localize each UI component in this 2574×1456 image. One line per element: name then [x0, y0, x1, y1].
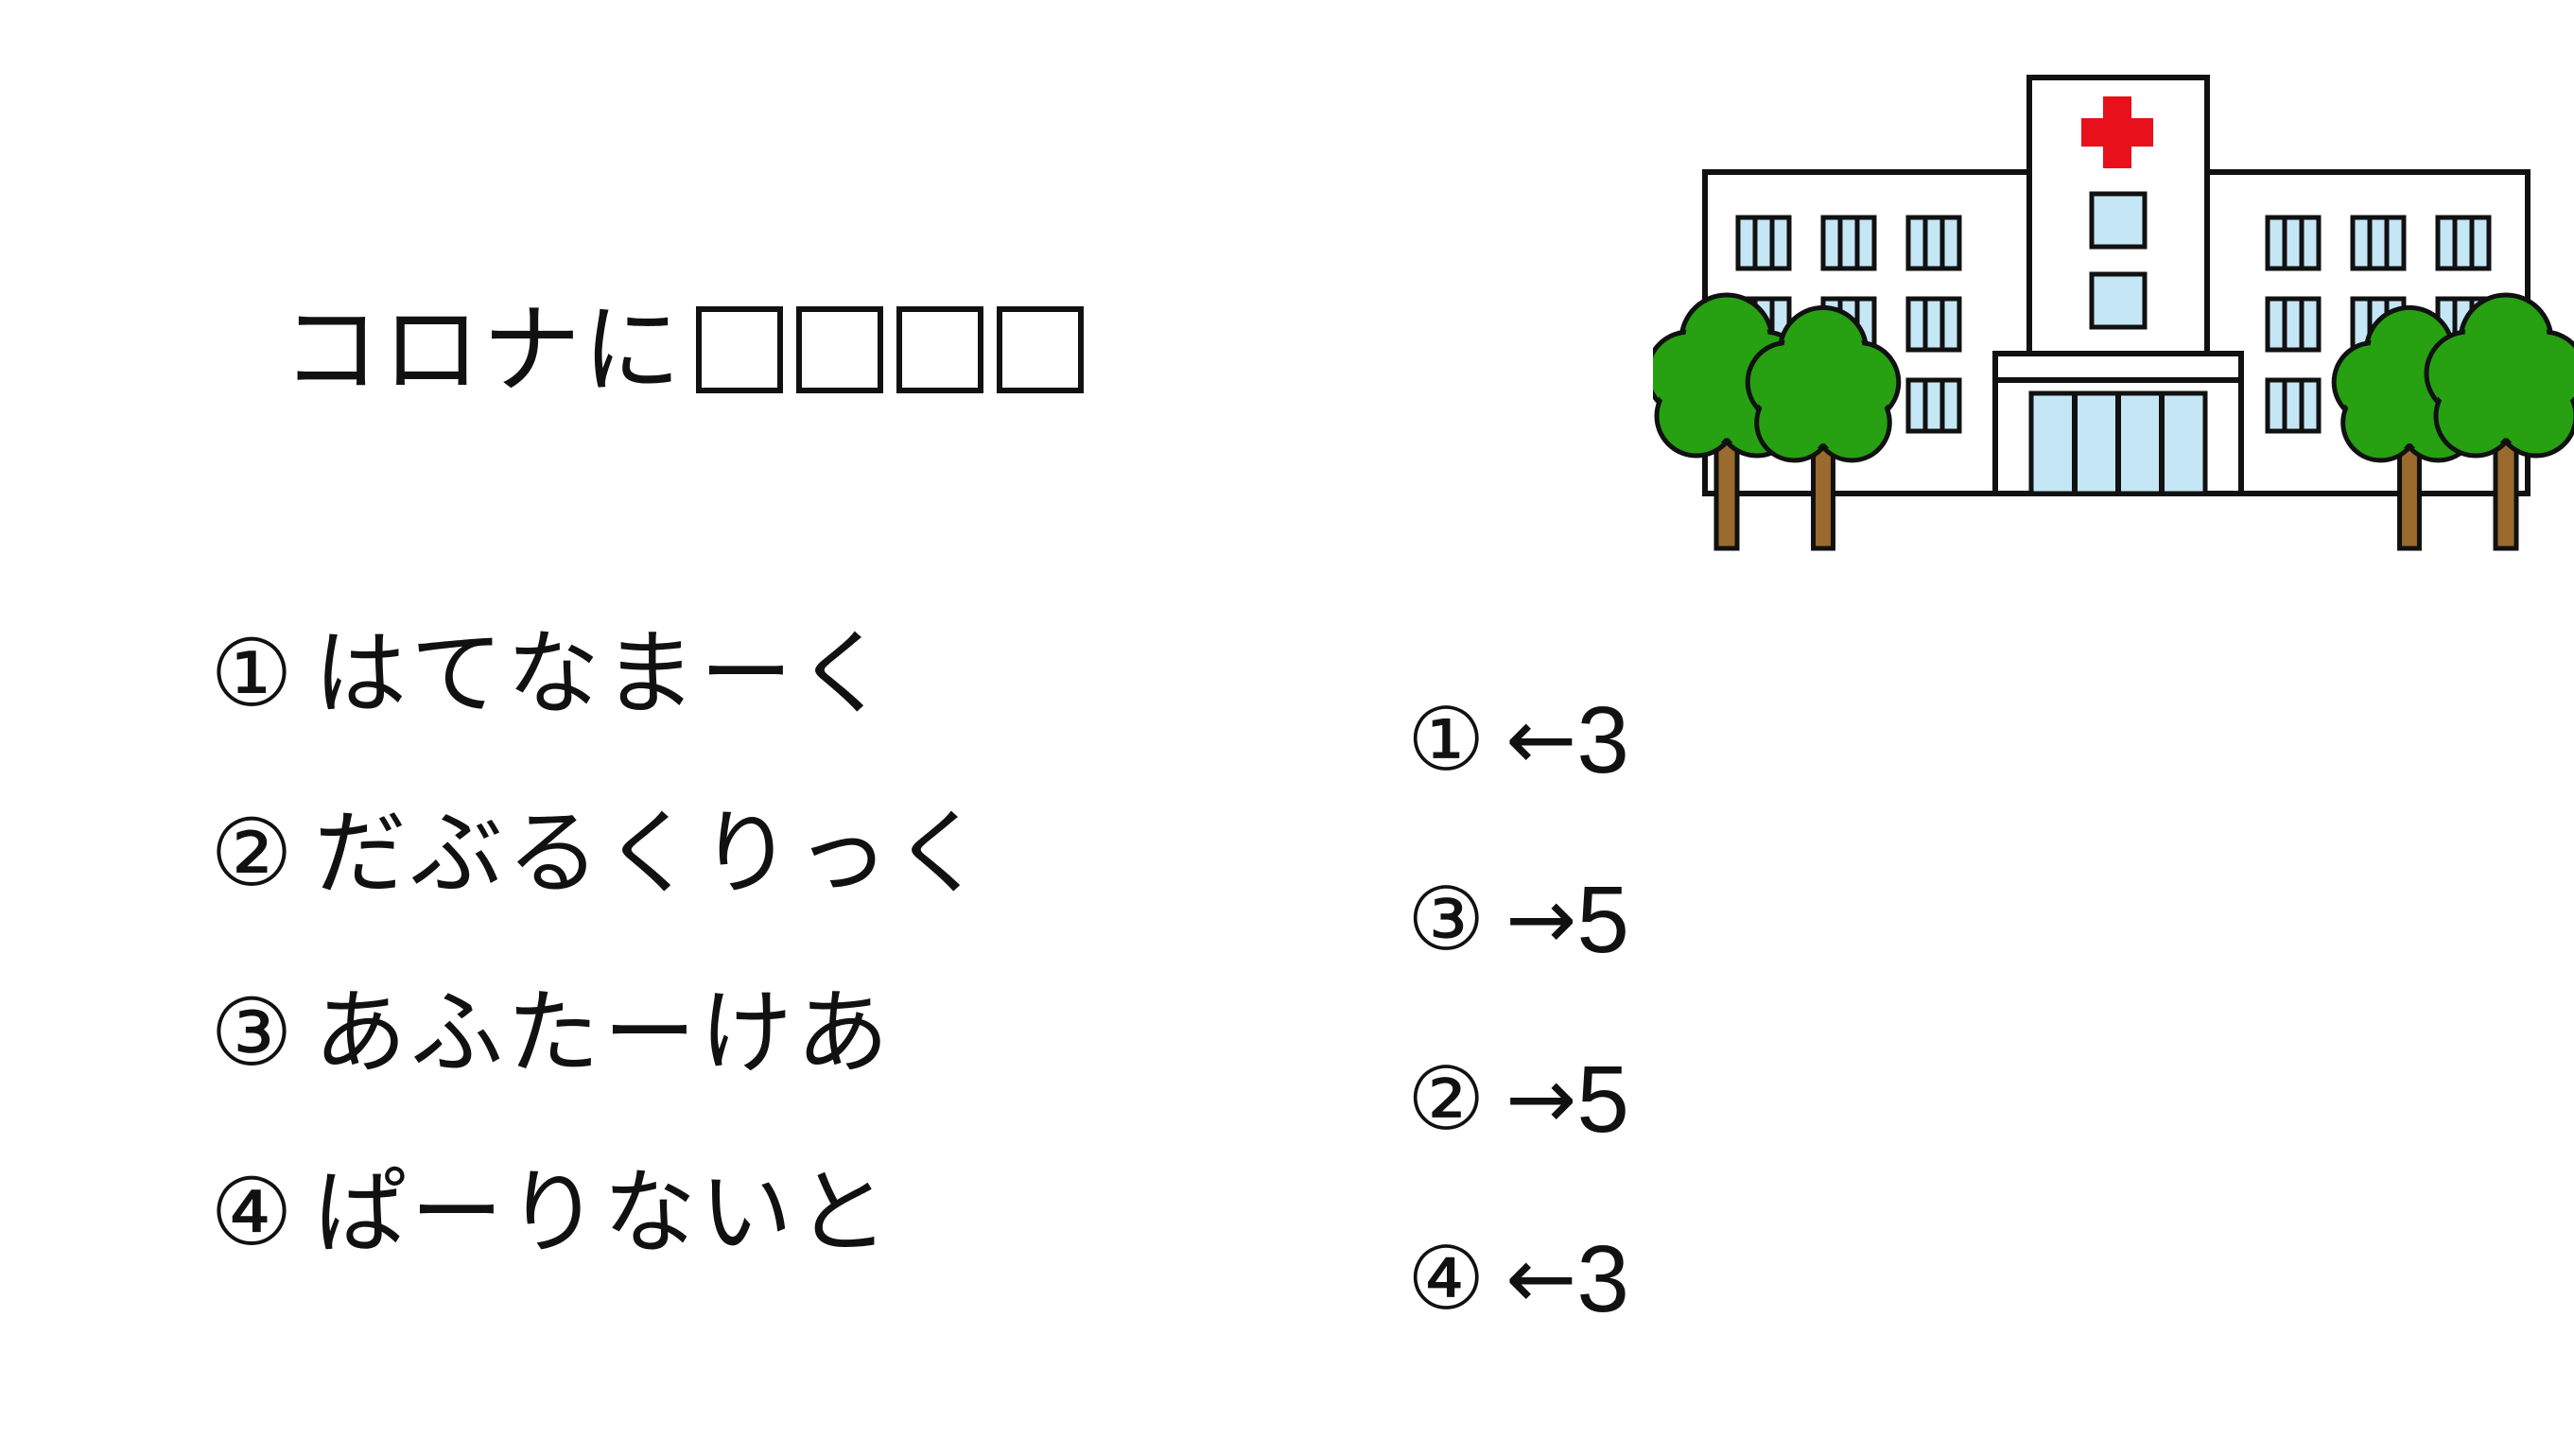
answer-blank-4	[997, 306, 1085, 393]
choice-list: ① はてなまーく ② だぶるくりっく ③ あふたーけあ ④ ぱーりないと	[210, 584, 1156, 1303]
hint-list: ① ← 3 ③ → 5 ② → 5 ④ ← 3	[1407, 650, 1899, 1369]
choice-4: ④ ぱーりないと	[210, 1123, 1156, 1303]
answer-blank-3	[896, 306, 984, 393]
hint-1: ① ← 3	[1407, 650, 1899, 830]
arrow-right-icon: →	[1505, 1049, 1577, 1149]
hint-3: ② → 5	[1407, 1010, 1899, 1189]
hint-count: 5	[1576, 1047, 1630, 1153]
hint-count: 3	[1576, 687, 1630, 793]
quiz-title: コロナに	[282, 284, 1085, 416]
answer-blank-1	[696, 306, 784, 393]
choice-2: ② だぶるくりっく	[210, 764, 1156, 944]
choice-3: ③ あふたーけあ	[210, 944, 1156, 1123]
quiz-slide: コロナに ① はてなまーく ② だぶるくりっく ③ あふたーけあ ④ ぱーりない…	[0, 0, 2574, 1456]
hint-4: ④ ← 3	[1407, 1189, 1899, 1369]
hint-count: 5	[1576, 867, 1630, 973]
choice-text: ぱーりないと	[314, 1159, 894, 1267]
choice-number: ③	[210, 979, 293, 1087]
choice-text: あふたーけあ	[314, 979, 894, 1087]
hint-number: ①	[1407, 689, 1486, 790]
title-text: コロナに	[282, 292, 684, 407]
arrow-right-icon: →	[1505, 870, 1577, 969]
hospital-illustration	[1653, 75, 2574, 551]
hint-number: ②	[1407, 1049, 1486, 1150]
hint-2: ③ → 5	[1407, 830, 1899, 1010]
choice-number: ④	[210, 1159, 293, 1267]
choice-1: ① はてなまーく	[210, 584, 1156, 764]
choice-text: はてなまーく	[314, 620, 894, 728]
hint-number: ③	[1407, 869, 1486, 970]
choice-number: ②	[210, 800, 293, 908]
answer-blank-2	[796, 306, 884, 393]
hint-count: 3	[1576, 1226, 1630, 1332]
answer-blanks	[696, 306, 1085, 393]
arrow-left-icon: ←	[1505, 690, 1577, 789]
hint-number: ④	[1407, 1228, 1486, 1329]
arrow-left-icon: ←	[1505, 1229, 1577, 1328]
hospital-icon	[1653, 68, 2574, 565]
choice-text: だぶるくりっく	[314, 800, 990, 908]
choice-number: ①	[210, 620, 293, 728]
